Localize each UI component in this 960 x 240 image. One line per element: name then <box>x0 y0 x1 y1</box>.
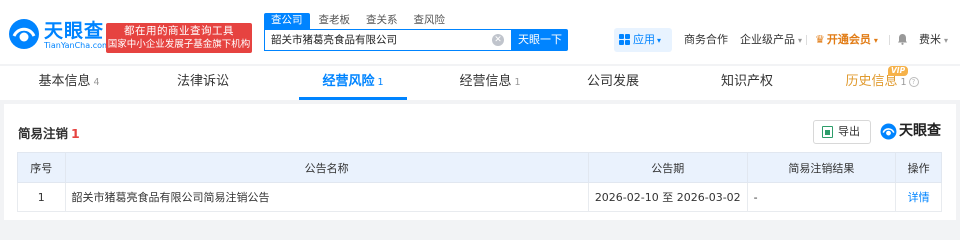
nav-vip-label: 开通会员 <box>826 33 871 46</box>
simple-deregistration-card: 简易注销 1 导出 天眼查 序号 公告名称 公告期 简易注销结果 操作 1 韶关市… <box>4 104 956 220</box>
nav-vip[interactable]: ♛ 开通会员 ▾ <box>815 33 878 48</box>
search-tab-boss[interactable]: 查老板 <box>312 13 358 29</box>
section-count: 1 <box>71 126 80 141</box>
logo-text: 天眼查 <box>44 20 105 42</box>
slogan-banner: 都在用的商业查询工具 国家中小企业发展子基金旗下机构 <box>106 23 252 53</box>
cell-index: 1 <box>17 182 66 212</box>
tab-ip[interactable]: 知识产权 <box>680 66 814 100</box>
col-header-result: 简易注销结果 <box>746 152 897 183</box>
col-header-period: 公告期 <box>587 152 748 183</box>
tab-history[interactable]: 历史信息 1? <box>812 66 952 100</box>
deregistration-table: 序号 公告名称 公告期 简易注销结果 操作 1 韶关市猪葛亮食品有限公司简易注销… <box>17 152 942 212</box>
nav-business[interactable]: 商务合作 <box>684 33 728 47</box>
tab-count: 1 <box>514 77 521 88</box>
cell-name: 韶关市猪葛亮食品有限公司简易注销公告 <box>64 182 589 212</box>
tab-label: 法律诉讼 <box>176 74 229 89</box>
export-button[interactable]: 导出 <box>813 120 871 144</box>
company-tabs: 基本信息 4 法律诉讼 经营风险 1 经营信息 1 公司发展 知识产权 历史信息 1? <box>0 66 960 100</box>
app-grid-icon <box>619 33 630 45</box>
active-tab-indicator <box>299 97 407 100</box>
chevron-down-icon: ▾ <box>873 36 878 45</box>
export-label: 导出 <box>838 125 860 138</box>
tab-count: 4 <box>93 77 100 88</box>
clear-icon[interactable]: ✕ <box>492 34 504 46</box>
bell-icon[interactable] <box>897 33 908 45</box>
crown-icon: ♛ <box>815 33 825 46</box>
search-button[interactable]: 天眼一下 <box>512 29 568 51</box>
tab-label: 基本信息 <box>38 74 91 89</box>
col-header-index: 序号 <box>17 152 66 183</box>
tab-count: 1 <box>377 77 384 88</box>
slogan-line-1: 都在用的商业查询工具 <box>124 25 234 37</box>
eye-logo-icon <box>880 123 897 140</box>
col-header-action: 操作 <box>895 152 942 183</box>
tab-legal[interactable]: 法律诉讼 <box>136 66 270 100</box>
nav-user-label: 费米 <box>919 33 941 46</box>
watermark-text: 天眼查 <box>899 123 941 139</box>
nav-app-label: 应用 <box>633 33 655 46</box>
nav-divider <box>806 35 807 45</box>
col-header-name: 公告名称 <box>64 152 589 183</box>
nav-enterprise-label: 企业级产品 <box>740 33 795 46</box>
site-logo[interactable]: 天眼查 TianYanCha.com <box>8 16 110 56</box>
detail-link[interactable]: 详情 <box>895 182 942 212</box>
vip-badge: VIP <box>888 66 909 76</box>
tab-count: 1 <box>900 77 907 88</box>
cell-result: - <box>746 182 897 212</box>
section-title: 简易注销 1 <box>18 123 80 142</box>
tab-label: 知识产权 <box>720 74 773 89</box>
chevron-down-icon: ▾ <box>657 36 662 45</box>
tab-basic-info[interactable]: 基本信息 4 <box>2 66 136 100</box>
tab-label: 经营风险 <box>322 74 375 89</box>
nav-divider <box>889 35 890 45</box>
table-header-row: 序号 公告名称 公告期 简易注销结果 操作 <box>17 152 942 183</box>
search-tab-company[interactable]: 查公司 <box>264 13 310 29</box>
help-icon[interactable]: ? <box>908 77 919 87</box>
top-header: 天眼查 TianYanCha.com 都在用的商业查询工具 国家中小企业发展子基… <box>0 0 960 64</box>
search-input[interactable]: 韶关市猪葛亮食品有限公司 <box>264 29 512 51</box>
table-row: 1 韶关市猪葛亮食品有限公司简易注销公告 2026-02-10 至 2026-0… <box>17 182 942 212</box>
nav-user[interactable]: 费米 ▾ <box>919 33 948 48</box>
tab-label: 经营信息 <box>459 74 512 89</box>
chevron-down-icon: ▾ <box>798 36 803 45</box>
nav-app-menu[interactable]: 应用 ▾ <box>614 28 672 52</box>
logo-subtext: TianYanCha.com <box>44 41 110 50</box>
search-type-tabs: 查公司 查老板 查关系 查风险 <box>264 13 454 29</box>
cell-period: 2026-02-10 至 2026-03-02 <box>587 182 748 212</box>
chevron-down-icon: ▾ <box>944 36 949 45</box>
excel-icon <box>822 126 833 138</box>
tab-development[interactable]: 公司发展 <box>546 66 680 100</box>
search-tab-risk[interactable]: 查风险 <box>407 13 453 29</box>
tab-label: 公司发展 <box>586 74 639 89</box>
tianyancha-watermark: 天眼查 <box>880 122 946 142</box>
nav-enterprise[interactable]: 企业级产品 ▾ <box>740 33 802 48</box>
slogan-line-2: 国家中小企业发展子基金旗下机构 <box>107 39 251 50</box>
tab-label: 历史信息 <box>845 74 898 89</box>
search-tab-relation[interactable]: 查关系 <box>359 13 405 29</box>
eye-logo-icon <box>9 19 39 49</box>
section-title-text: 简易注销 <box>18 126 69 141</box>
